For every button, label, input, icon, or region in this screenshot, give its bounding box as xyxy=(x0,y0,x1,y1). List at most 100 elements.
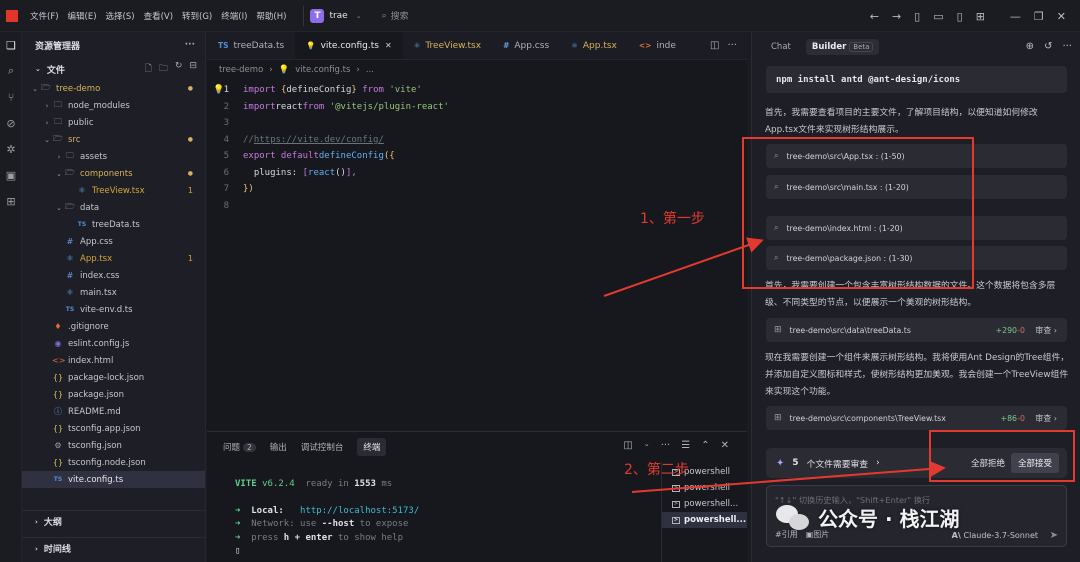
breadcrumb-symbol[interactable]: ... xyxy=(366,65,374,75)
send-icon[interactable]: ➤ xyxy=(1050,530,1058,541)
tree-file[interactable]: TS treeData.ts xyxy=(22,216,205,233)
tab-chat[interactable]: Chat xyxy=(765,39,797,55)
editor-tab[interactable]: 💡 vite.config.ts ✕ xyxy=(295,32,403,59)
command-search[interactable]: ⌕ 搜索 xyxy=(382,9,409,23)
new-file-icon[interactable]: 🗋 xyxy=(145,61,152,77)
tree-file[interactable]: # index.css xyxy=(22,267,205,284)
explorer-icon[interactable]: ❏ xyxy=(0,32,22,58)
maximize-panel-icon[interactable]: ⌃ xyxy=(701,440,709,451)
new-folder-icon[interactable]: 🗀 xyxy=(159,61,168,77)
terminal-item[interactable]: > powershell... xyxy=(662,496,747,512)
chevron-down-icon[interactable]: ⌄ xyxy=(644,440,650,451)
layout-icon[interactable]: ⊞ xyxy=(976,10,985,23)
restore-icon[interactable]: ❐ xyxy=(1034,10,1044,23)
editor-tab[interactable]: <> inde xyxy=(628,32,687,59)
debug-icon[interactable]: ✲ xyxy=(0,136,22,162)
outline-section-header[interactable]: › 大纲 xyxy=(22,510,206,532)
menu-go[interactable]: 转到(G) xyxy=(182,10,212,22)
terminal-output[interactable]: VITE v6.2.4 ready in 1553 ms ➜ Local: ht… xyxy=(235,478,419,559)
review-button[interactable]: 审查 › xyxy=(1035,325,1057,336)
tab-builder[interactable]: Builder Beta xyxy=(805,39,880,55)
tree-file[interactable]: ⚙ tsconfig.json xyxy=(22,437,205,454)
toggle-panel-icon[interactable]: ▭ xyxy=(933,10,943,23)
new-chat-icon[interactable]: ⊕ xyxy=(1026,41,1034,52)
history-icon[interactable]: ↺ xyxy=(1044,41,1052,52)
menu-selection[interactable]: 选择(S) xyxy=(106,10,135,22)
terminal-list-icon[interactable]: ☰ xyxy=(681,440,690,451)
tree-file[interactable]: ⓘ README.md xyxy=(22,403,205,420)
minimize-icon[interactable]: — xyxy=(1010,10,1021,23)
run-icon[interactable]: ▣ xyxy=(0,162,22,188)
command-block[interactable]: npm install antd @ant-design/icons xyxy=(766,66,1067,93)
close-window-icon[interactable]: ✕ xyxy=(1057,10,1066,23)
menu-view[interactable]: 查看(V) xyxy=(144,10,173,22)
menu-help[interactable]: 帮助(H) xyxy=(256,10,286,22)
tree-folder[interactable]: ⌄ 🗁 data xyxy=(22,199,205,216)
more-icon[interactable]: ··· xyxy=(1062,41,1072,52)
tree-file[interactable]: ⚛ App.tsx 1 xyxy=(22,250,205,267)
tree-file[interactable]: TS vite-env.d.ts xyxy=(22,301,205,318)
file-change-item[interactable]: ⊞ tree-demo\src\data\treeData.ts +290 -0… xyxy=(766,318,1067,342)
breadcrumb-folder[interactable]: tree-demo xyxy=(219,65,263,75)
code-view[interactable]: 1 💡 import { defineConfig } from 'vite' … xyxy=(207,82,747,214)
comment-link[interactable]: https://vite.dev/config/ xyxy=(254,135,384,145)
tree-folder[interactable]: ⌄ 🗁 components ● xyxy=(22,165,205,182)
tree-folder[interactable]: ⌄ 🗁 tree-demo ● xyxy=(22,80,205,97)
collapse-all-icon[interactable]: ⊟ xyxy=(189,61,197,77)
tab-debug-console[interactable]: 调试控制台 xyxy=(301,441,344,453)
tree-file[interactable]: ⚛ main.tsx xyxy=(22,284,205,301)
tree-file[interactable]: ◉ eslint.config.js xyxy=(22,335,205,352)
tree-file[interactable]: ♦ .gitignore xyxy=(22,318,205,335)
toggle-secondary-sidebar-icon[interactable]: ▯ xyxy=(957,10,963,23)
menu-edit[interactable]: 编辑(E) xyxy=(68,10,97,22)
editor-tab[interactable]: TS treeData.ts xyxy=(207,32,295,59)
model-selector[interactable]: A\ Claude-3.7-Sonnet xyxy=(952,531,1038,540)
refresh-icon[interactable]: ↻ xyxy=(175,61,183,77)
tab-problems[interactable]: 问题 2 xyxy=(223,441,256,453)
back-arrow-icon[interactable]: ← xyxy=(870,10,879,23)
search-view-icon[interactable]: ⌕ xyxy=(0,58,22,84)
tab-terminal[interactable]: 终端 xyxy=(357,438,387,456)
tab-output[interactable]: 输出 xyxy=(270,441,287,453)
review-label[interactable]: 个文件需要审查 xyxy=(807,457,869,470)
more-icon[interactable]: ··· xyxy=(185,40,195,50)
source-control-icon[interactable]: ⑂ xyxy=(0,84,22,110)
more-icon[interactable]: ··· xyxy=(661,440,671,451)
split-terminal-icon[interactable]: ◫ xyxy=(623,440,632,451)
file-change-item[interactable]: ⊞ tree-demo\src\components\TreeView.tsx … xyxy=(766,406,1067,430)
remote-icon[interactable]: ⊘ xyxy=(0,110,22,136)
editor-tab[interactable]: ⚛ App.tsx xyxy=(560,32,628,59)
tree-folder[interactable]: › 🗀 node_modules xyxy=(22,97,205,114)
editor-tab[interactable]: ⚛ TreeView.tsx xyxy=(403,32,492,59)
timeline-section-header[interactable]: › 时间线 xyxy=(22,537,206,559)
tree-file[interactable]: TS vite.config.ts xyxy=(22,471,205,488)
project-switcher[interactable]: T trae ⌄ xyxy=(303,5,367,26)
tree-file[interactable]: {} tsconfig.node.json xyxy=(22,454,205,471)
terminal-item[interactable]: > powershell... xyxy=(662,512,747,528)
files-section-header[interactable]: ⌄ 文件 🗋 🗀 ↻ ⊟ xyxy=(22,58,205,80)
tree-file[interactable]: {} package.json xyxy=(22,386,205,403)
tree-file[interactable]: {} tsconfig.app.json xyxy=(22,420,205,437)
menu-file[interactable]: 文件(F) xyxy=(30,10,59,22)
extensions-icon[interactable]: ⊞ xyxy=(0,188,22,214)
term-local-url[interactable]: http://localhost:5173/ xyxy=(300,506,419,516)
lightbulb-icon[interactable]: 💡 xyxy=(213,85,224,95)
tree-file[interactable]: {} package-lock.json xyxy=(22,369,205,386)
tree-file[interactable]: <> index.html xyxy=(22,352,205,369)
breadcrumb-file[interactable]: vite.config.ts xyxy=(295,65,350,75)
tree-folder[interactable]: › 🗀 public xyxy=(22,114,205,131)
close-panel-icon[interactable]: ✕ xyxy=(721,440,729,451)
menu-terminal[interactable]: 终端(I) xyxy=(221,10,247,22)
editor-tab[interactable]: # App.css xyxy=(492,32,560,59)
terminal-item[interactable]: > powershell xyxy=(662,480,747,496)
tree-folder[interactable]: › 🗀 assets xyxy=(22,148,205,165)
review-button[interactable]: 审查 › xyxy=(1035,413,1057,424)
toggle-sidebar-icon[interactable]: ▯ xyxy=(914,10,920,23)
tree-file[interactable]: # App.css xyxy=(22,233,205,250)
forward-arrow-icon[interactable]: → xyxy=(892,10,901,23)
split-editor-icon[interactable]: ◫ xyxy=(710,40,719,51)
tree-file[interactable]: ⚛ TreeView.tsx 1 xyxy=(22,182,205,199)
more-icon[interactable]: ··· xyxy=(727,40,737,51)
tree-folder[interactable]: ⌄ 🗁 src ● xyxy=(22,131,205,148)
close-icon[interactable]: ✕ xyxy=(385,41,392,50)
